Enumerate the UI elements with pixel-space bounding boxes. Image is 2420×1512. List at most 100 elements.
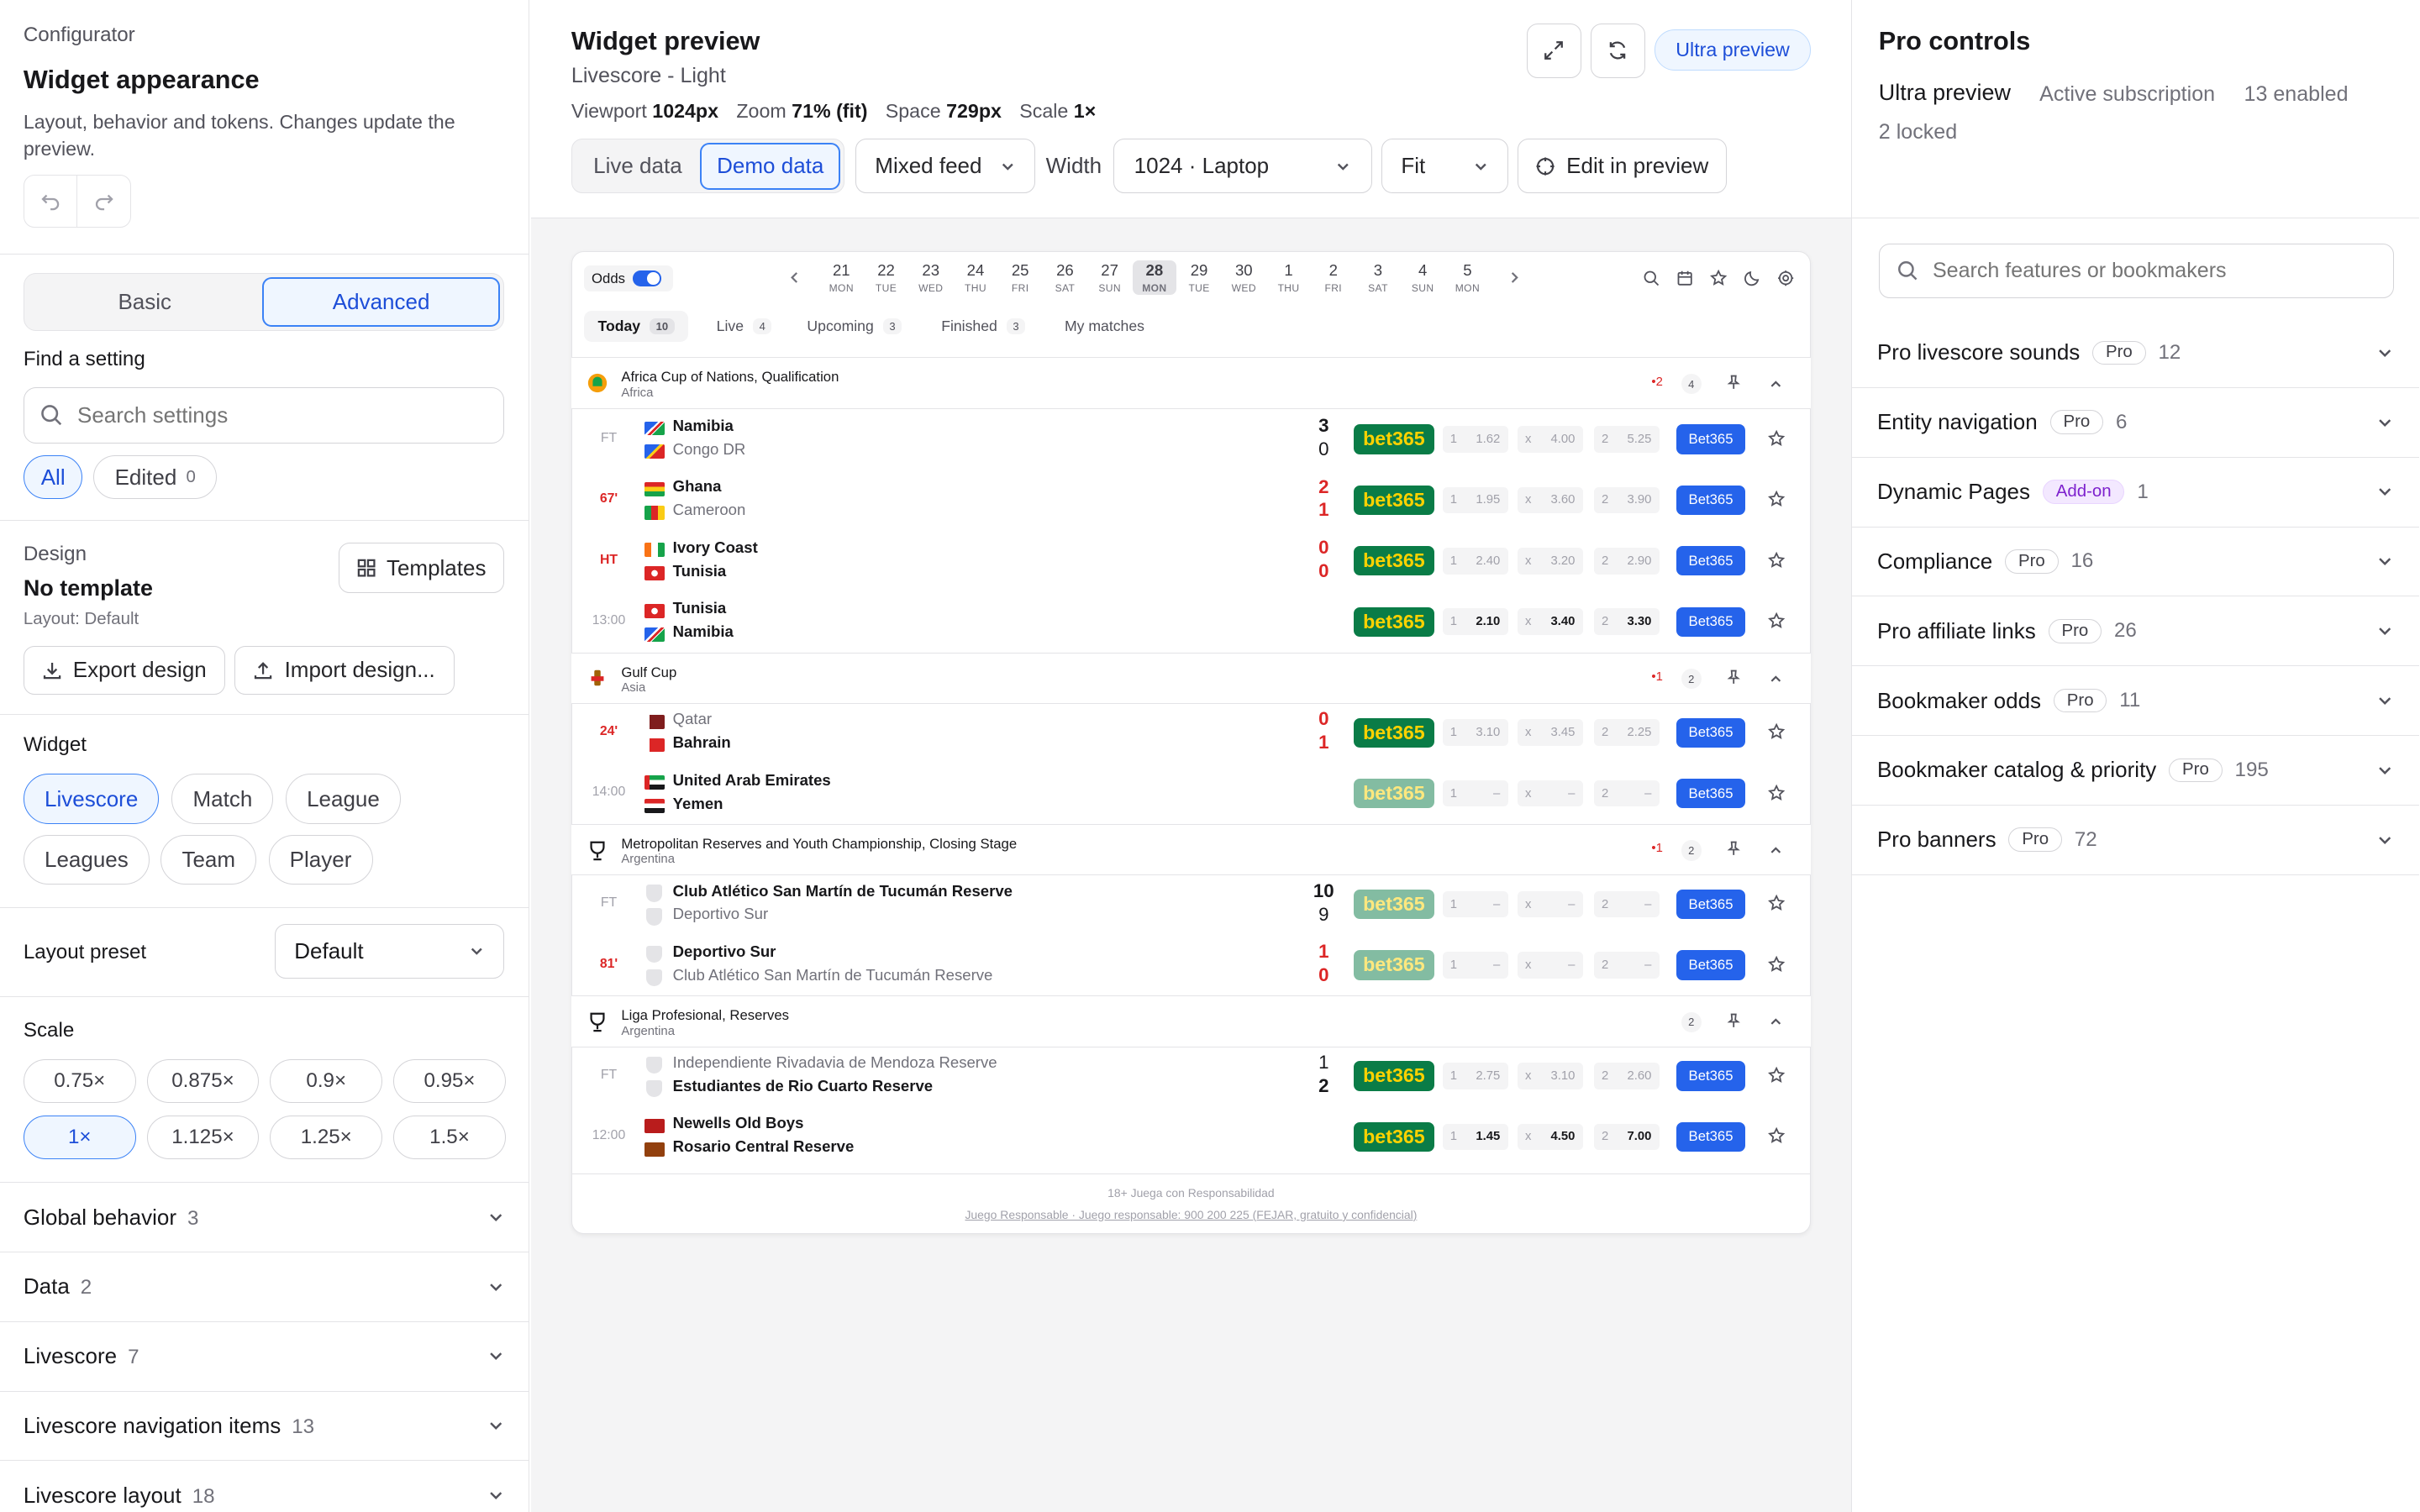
favorite-star-icon[interactable] xyxy=(1767,612,1786,630)
odds-draw[interactable]: x – xyxy=(1517,890,1583,918)
date-item[interactable]: 21 MON xyxy=(819,260,863,295)
odds-draw[interactable]: x – xyxy=(1517,952,1583,979)
toggle-switch[interactable] xyxy=(633,270,661,286)
bookmaker-button[interactable]: Bet365 xyxy=(1676,950,1745,980)
bookmaker-logo[interactable]: bet365 xyxy=(1353,546,1435,576)
demo-data-button[interactable]: Demo data xyxy=(700,143,841,190)
pro-feature-row[interactable]: Bookmaker catalog & priority Pro 195 xyxy=(1852,736,2420,806)
export-design-button[interactable]: Export design xyxy=(23,646,225,695)
search-settings-input[interactable] xyxy=(77,402,452,428)
odds-home[interactable]: 1– xyxy=(1442,780,1508,807)
mode-basic-button[interactable]: Basic xyxy=(28,277,262,327)
date-item[interactable]: 30 WED xyxy=(1222,260,1265,295)
chevron-up-icon[interactable] xyxy=(1769,843,1783,858)
favorite-star-icon[interactable] xyxy=(1767,551,1786,570)
import-design-button[interactable]: Import design... xyxy=(234,646,455,695)
settings-section[interactable]: Livescore 7 xyxy=(0,1322,529,1392)
live-data-button[interactable]: Live data xyxy=(576,143,701,190)
competition-header[interactable]: Liga Profesional, Reserves Argentina 2 xyxy=(571,995,1811,1047)
ultra-preview-button[interactable]: Ultra preview xyxy=(1655,29,1811,71)
match-row[interactable]: FT Independiente Rivadavia de Mendoza Re… xyxy=(571,1046,1811,1106)
odds-home[interactable]: 1 1.45 xyxy=(1442,1123,1508,1151)
favorite-star-icon[interactable] xyxy=(1767,784,1786,802)
date-item[interactable]: 2 FRI xyxy=(1312,260,1355,295)
favorite-star-icon[interactable] xyxy=(1767,429,1786,448)
date-item[interactable]: 23 WED xyxy=(909,260,953,295)
settings-icon[interactable] xyxy=(1776,269,1795,287)
redo-icon[interactable] xyxy=(77,176,130,227)
odds-away[interactable]: 2– xyxy=(1593,780,1660,807)
odds-draw[interactable]: x – xyxy=(1517,780,1583,807)
scale-option[interactable]: 0.75× xyxy=(23,1059,136,1104)
odds-home[interactable]: 1 2.10 xyxy=(1442,608,1508,636)
odds-draw[interactable]: x 4.00 xyxy=(1517,426,1583,453)
bookmaker-button[interactable]: Bet365 xyxy=(1676,778,1745,809)
bookmaker-button[interactable]: Bet365 xyxy=(1676,546,1745,576)
odds-away[interactable]: 2 5.25 xyxy=(1593,426,1660,453)
widget-leagues[interactable]: Leagues xyxy=(23,834,150,885)
date-item[interactable]: 22 TUE xyxy=(865,260,908,295)
odds-draw[interactable]: x 3.40 xyxy=(1517,608,1583,636)
scale-option[interactable]: 1.125× xyxy=(146,1116,260,1160)
widget-league[interactable]: League xyxy=(285,774,401,824)
favorite-star-icon[interactable] xyxy=(1767,955,1786,974)
match-row[interactable]: HT Ivory Coast Tunisia 0 0 bet365 1 2.40 … xyxy=(571,531,1811,591)
feed-select[interactable]: Mixed feed xyxy=(855,139,1035,194)
search-icon[interactable] xyxy=(1642,269,1660,287)
odds-home[interactable]: 1 2.75 xyxy=(1442,1063,1508,1089)
odds-draw[interactable]: x 3.45 xyxy=(1517,719,1583,746)
scale-option[interactable]: 1× xyxy=(23,1116,136,1160)
odds-draw[interactable]: x 3.60 xyxy=(1517,486,1583,514)
pro-search[interactable] xyxy=(1878,243,2394,298)
scale-option[interactable]: 1.25× xyxy=(270,1116,383,1160)
pro-search-input[interactable] xyxy=(1932,258,2370,283)
date-item[interactable]: 3 SAT xyxy=(1356,260,1400,295)
fit-select[interactable]: Fit xyxy=(1381,139,1508,194)
pro-feature-row[interactable]: Compliance Pro 16 xyxy=(1852,528,2420,597)
chevron-up-icon[interactable] xyxy=(1769,672,1783,686)
chevron-up-icon[interactable] xyxy=(1769,1015,1783,1029)
chevron-left-icon[interactable] xyxy=(788,271,801,284)
match-row[interactable]: 67' Ghana Cameroon 2 1 bet365 1 1.95 x 3.6… xyxy=(571,470,1811,530)
odds-home[interactable]: 1– xyxy=(1442,952,1508,979)
date-item[interactable]: 27 SUN xyxy=(1088,260,1132,295)
odds-draw[interactable]: x 3.20 xyxy=(1517,548,1583,575)
pin-icon[interactable] xyxy=(1725,669,1742,685)
pro-feature-row[interactable]: Dynamic Pages Add-on 1 xyxy=(1852,458,2420,528)
odds-toggle[interactable]: Odds xyxy=(583,265,673,292)
date-item[interactable]: 28 MON xyxy=(1132,260,1176,296)
bookmaker-button[interactable]: Bet365 xyxy=(1676,889,1745,920)
settings-section[interactable]: Livescore layout 18 xyxy=(0,1461,529,1512)
bookmaker-logo[interactable]: bet365 xyxy=(1353,1061,1435,1091)
bookmaker-button[interactable]: Bet365 xyxy=(1676,1121,1745,1152)
widget-match[interactable]: Match xyxy=(171,774,274,824)
date-item[interactable]: 26 SAT xyxy=(1043,260,1086,295)
filter-all[interactable]: All xyxy=(23,455,83,500)
expand-button[interactable] xyxy=(1526,23,1581,78)
odds-away[interactable]: 2 3.30 xyxy=(1593,608,1660,636)
odds-home[interactable]: 1 1.95 xyxy=(1442,486,1508,514)
tab-today[interactable]: Today 10 xyxy=(583,310,689,342)
odds-home[interactable]: 1 3.10 xyxy=(1442,719,1508,746)
favorite-star-icon[interactable] xyxy=(1767,722,1786,741)
pin-icon[interactable] xyxy=(1725,1012,1742,1029)
layout-preset-select[interactable]: Default xyxy=(274,923,505,979)
width-select[interactable]: 1024 · Laptop xyxy=(1113,139,1372,194)
odds-home[interactable]: 1– xyxy=(1442,890,1508,918)
widget-team[interactable]: Team xyxy=(160,834,257,885)
chevron-up-icon[interactable] xyxy=(1769,377,1783,391)
bookmaker-button[interactable]: Bet365 xyxy=(1676,606,1745,637)
match-row[interactable]: 13:00 Tunisia Namibia bet365 1 2.10 x 3.40… xyxy=(571,591,1811,652)
settings-section[interactable]: Data 2 xyxy=(0,1252,529,1322)
odds-home[interactable]: 1 1.62 xyxy=(1442,426,1508,453)
bookmaker-button[interactable]: Bet365 xyxy=(1676,424,1745,454)
date-item[interactable]: 29 TUE xyxy=(1177,260,1221,295)
moon-icon[interactable] xyxy=(1743,269,1761,287)
match-row[interactable]: FT Club Atlético San Martín de Tucumán R… xyxy=(571,874,1811,934)
edit-in-preview-button[interactable]: Edit in preview xyxy=(1517,139,1727,194)
bookmaker-logo[interactable]: bet365 xyxy=(1353,778,1435,809)
bookmaker-logo[interactable]: bet365 xyxy=(1353,889,1435,920)
bookmaker-button[interactable]: Bet365 xyxy=(1676,717,1745,748)
odds-away[interactable]: 2– xyxy=(1593,952,1660,979)
undo-icon[interactable] xyxy=(24,176,78,228)
